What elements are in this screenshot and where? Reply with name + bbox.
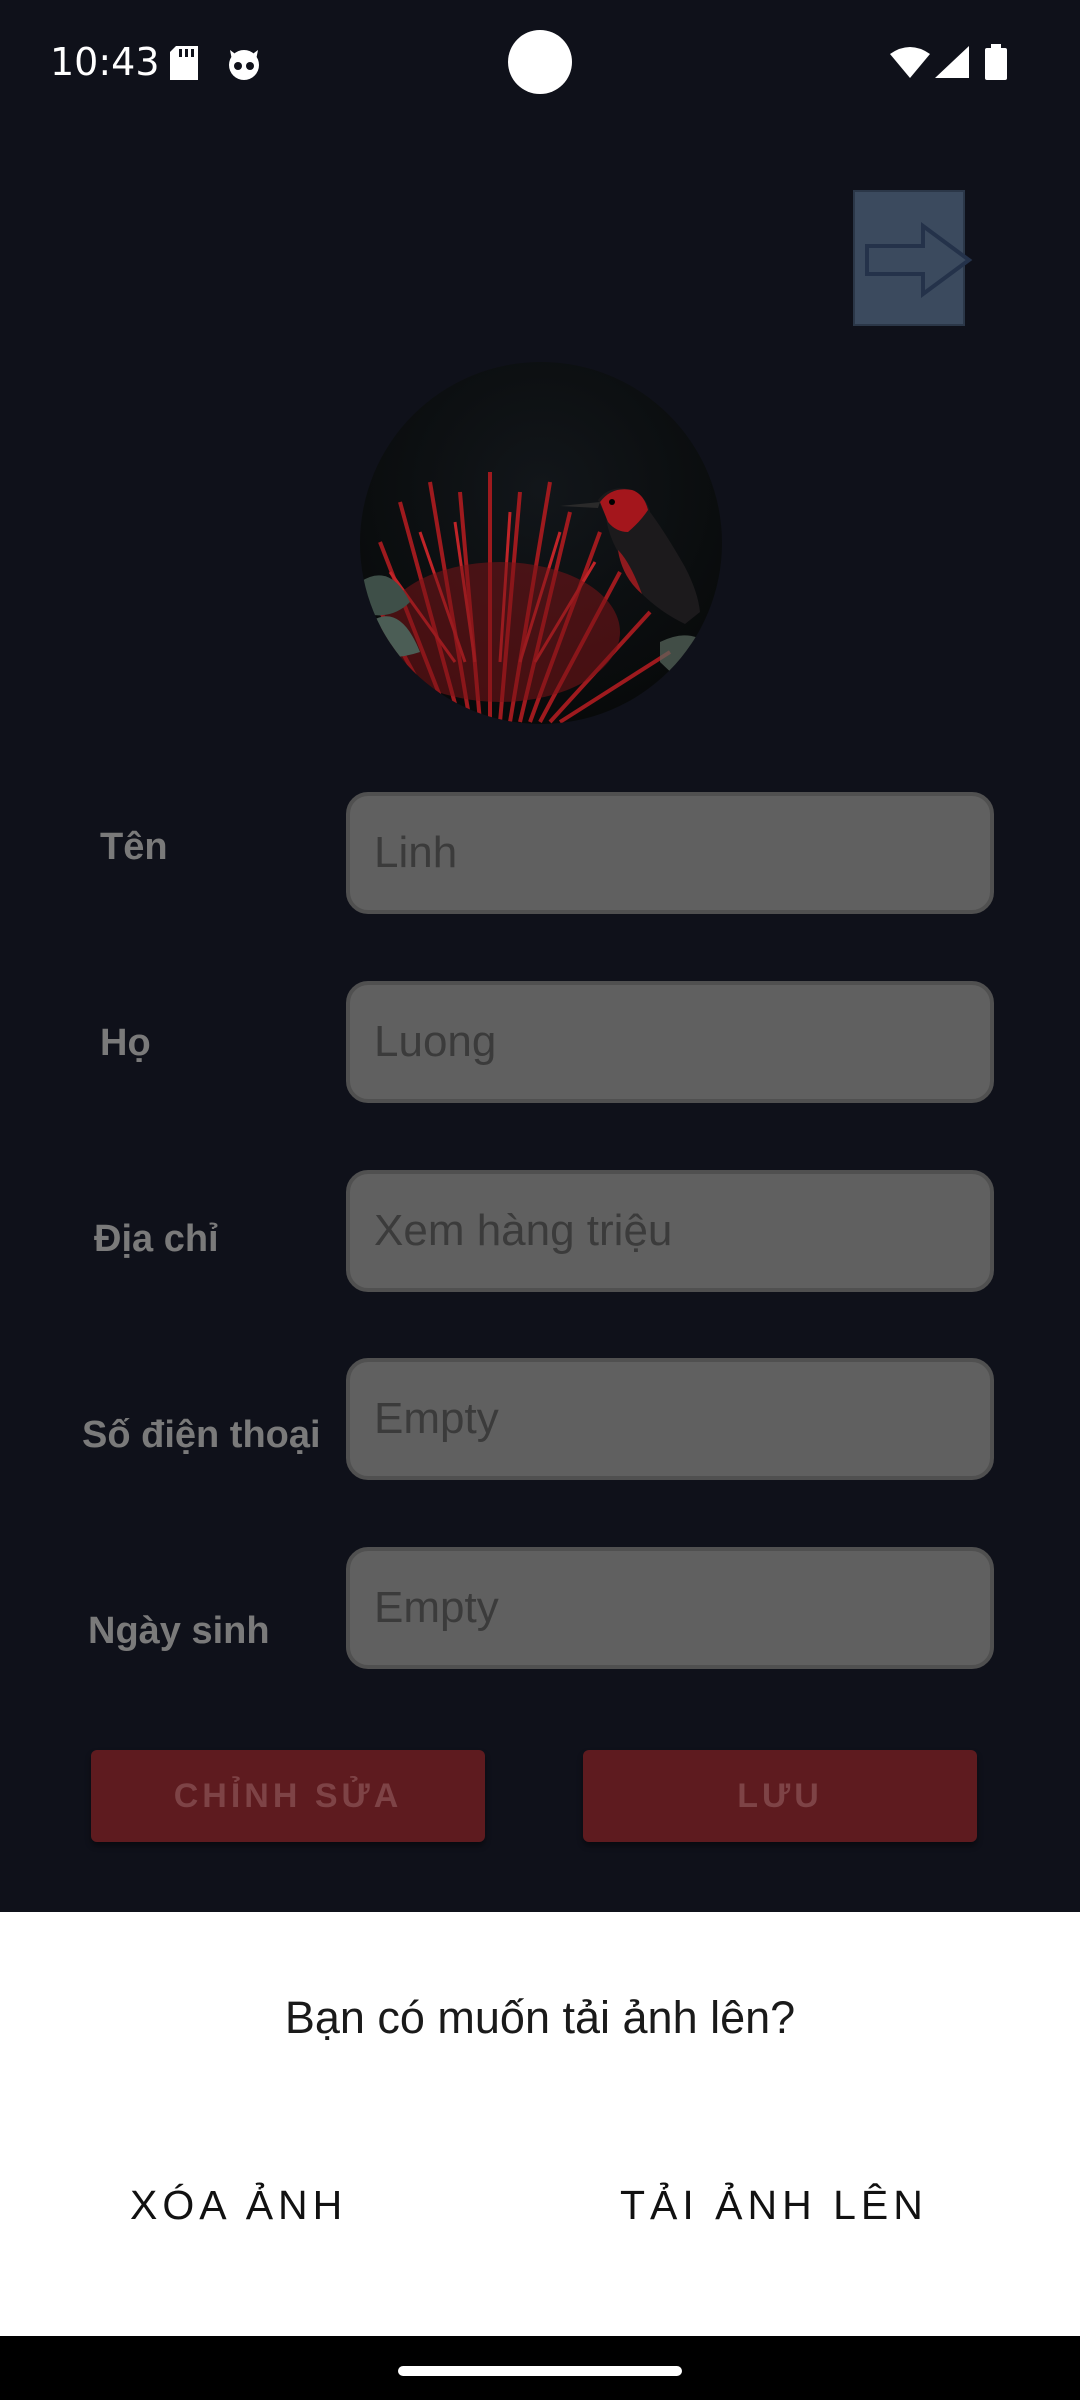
sd-card-icon xyxy=(170,46,198,85)
first-name-label: Tên xyxy=(100,826,168,868)
navigation-bar xyxy=(0,2336,1080,2400)
last-name-field[interactable]: Luong xyxy=(346,981,994,1103)
camera-cutout xyxy=(508,30,572,94)
avatar[interactable] xyxy=(360,362,722,724)
save-button[interactable]: LƯU xyxy=(583,1750,977,1842)
phone-field[interactable]: Empty xyxy=(346,1358,994,1480)
upload-dialog: Bạn có muốn tải ảnh lên? XÓA ẢNH TẢI ẢNH… xyxy=(0,1912,1080,2336)
battery-icon xyxy=(985,44,1007,85)
wifi-icon xyxy=(890,46,930,83)
address-label: Địa chỉ xyxy=(94,1218,219,1260)
screen: 10:43 Tên Linh Họ Luong Địa chỉ Xem hàng… xyxy=(0,0,1080,2400)
cell-signal-icon xyxy=(935,46,969,83)
status-bar: 10:43 xyxy=(0,0,1080,130)
birthday-label: Ngày sinh xyxy=(88,1610,270,1652)
upload-photo-button[interactable]: TẢI ẢNH LÊN xyxy=(620,2182,928,2229)
status-time: 10:43 xyxy=(50,40,160,84)
edit-button[interactable]: CHỈNH SỬA xyxy=(91,1750,485,1842)
logout-button[interactable] xyxy=(853,190,973,326)
dialog-title: Bạn có muốn tải ảnh lên? xyxy=(284,1992,796,2043)
first-name-field[interactable]: Linh xyxy=(346,792,994,914)
phone-label: Số điện thoại xyxy=(82,1414,321,1456)
delete-photo-button[interactable]: XÓA ẢNH xyxy=(130,2182,347,2229)
cat-icon xyxy=(226,46,262,85)
home-indicator[interactable] xyxy=(398,2366,682,2376)
birthday-field[interactable]: Empty xyxy=(346,1547,994,1669)
address-field[interactable]: Xem hàng triệu xyxy=(346,1170,994,1292)
last-name-label: Họ xyxy=(100,1022,151,1064)
arrow-right-icon xyxy=(865,222,973,298)
